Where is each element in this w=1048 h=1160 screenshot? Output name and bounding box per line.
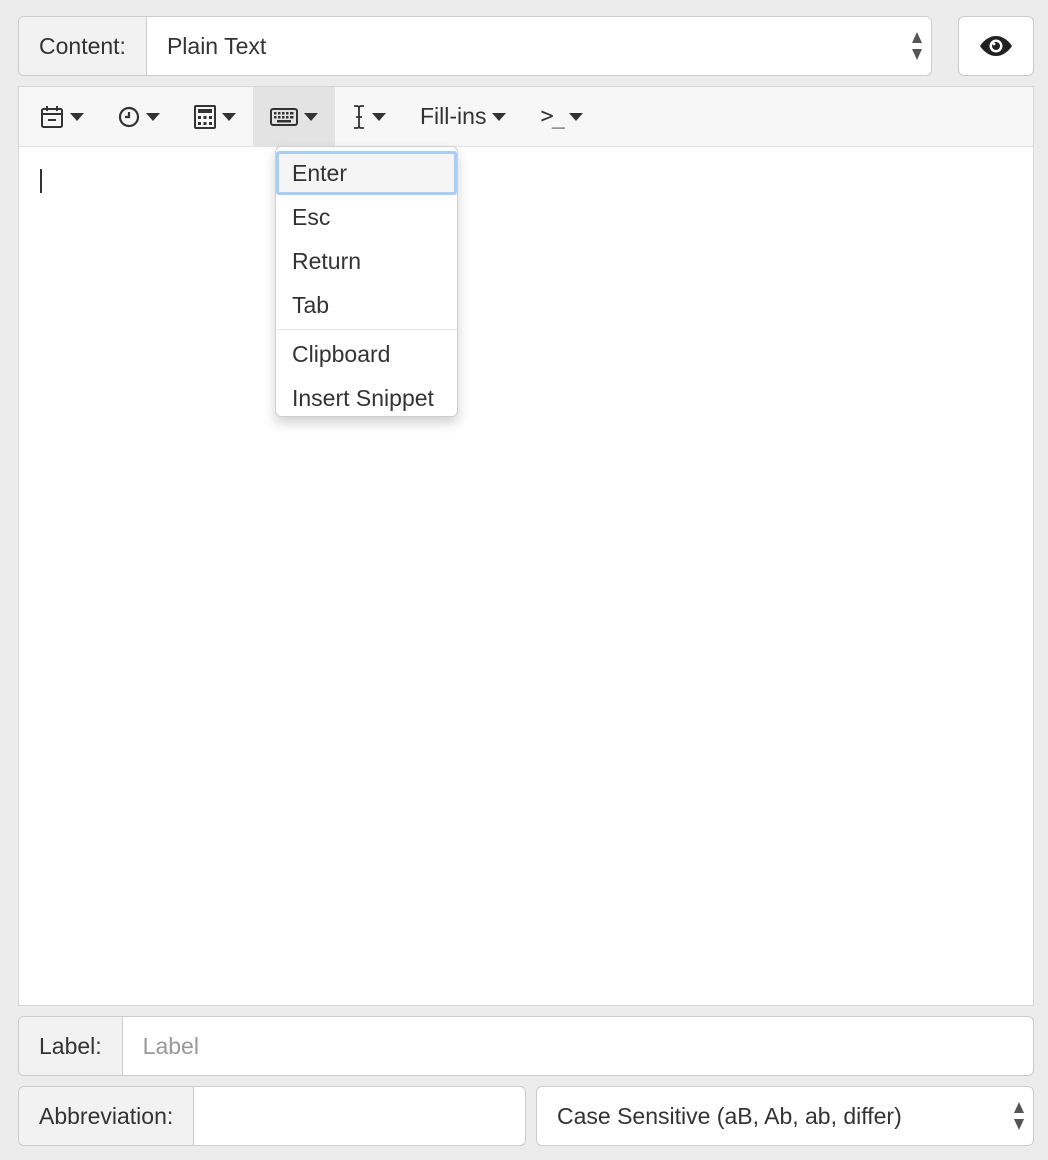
clock-icon <box>118 106 140 127</box>
select-arrows-icon <box>911 32 923 60</box>
insert-calculation-button[interactable] <box>177 87 253 147</box>
fill-ins-label: Fill-ins <box>420 103 487 129</box>
insert-date-button[interactable] <box>23 87 101 147</box>
case-sensitivity-value: Case Sensitive (aB, Ab, ab, differ) <box>557 1102 902 1129</box>
content-type-group: Content: Plain Text <box>18 16 932 76</box>
terminal-icon: >_ <box>540 104 564 129</box>
abbreviation-field-group: Abbreviation: <box>18 1086 531 1146</box>
label-input[interactable] <box>122 1017 1033 1075</box>
label-field-group: Label: <box>18 1016 1034 1076</box>
keyboard-dropdown-menu: Enter Esc Return Tab Clipboard Insert Sn… <box>275 146 458 417</box>
insert-key-button[interactable] <box>253 86 335 147</box>
preview-button[interactable] <box>958 16 1034 76</box>
menu-item-clipboard[interactable]: Clipboard <box>276 332 457 376</box>
content-type-select[interactable]: Plain Text <box>147 17 931 75</box>
insert-time-button[interactable] <box>101 87 177 147</box>
eye-icon <box>980 36 1012 56</box>
editor-text-area[interactable] <box>19 147 1033 1005</box>
keyboard-icon <box>270 107 298 126</box>
menu-item-insert-snippet[interactable]: Insert Snippet <box>276 376 457 420</box>
chevron-down-icon <box>304 112 318 121</box>
chevron-down-icon <box>568 112 583 121</box>
select-arrows-icon <box>1013 1102 1025 1130</box>
calculator-icon <box>194 104 216 129</box>
chevron-down-icon <box>222 112 236 121</box>
chevron-down-icon <box>372 112 386 121</box>
script-button[interactable]: >_ <box>523 87 600 147</box>
chevron-down-icon <box>70 112 84 121</box>
menu-item-enter[interactable]: Enter <box>276 151 457 195</box>
snippet-editor: Fill-ins >_ <box>18 86 1034 1006</box>
text-caret <box>40 169 42 193</box>
content-type-value: Plain Text <box>166 32 267 59</box>
case-sensitivity-select[interactable]: Case Sensitive (aB, Ab, ab, differ) <box>536 1086 1034 1146</box>
text-cursor-icon <box>354 104 364 129</box>
abbreviation-input[interactable] <box>194 1087 531 1145</box>
chevron-down-icon <box>146 112 160 121</box>
menu-item-return[interactable]: Return <box>276 239 457 283</box>
menu-item-esc[interactable]: Esc <box>276 195 457 239</box>
insert-cursor-button[interactable] <box>335 87 403 147</box>
content-label: Content: <box>19 17 147 75</box>
menu-item-tab[interactable]: Tab <box>276 283 457 327</box>
calendar-icon <box>41 105 63 128</box>
abbreviation-field-label: Abbreviation: <box>19 1087 195 1145</box>
label-field-label: Label: <box>19 1017 123 1075</box>
menu-divider <box>276 329 457 330</box>
chevron-down-icon <box>492 112 507 121</box>
fill-ins-button[interactable]: Fill-ins <box>403 87 523 147</box>
editor-toolbar: Fill-ins >_ <box>19 86 1033 147</box>
